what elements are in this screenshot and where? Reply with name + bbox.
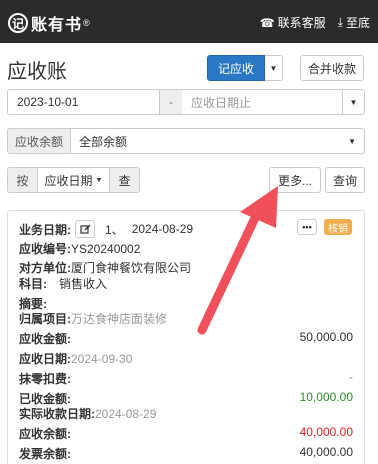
receipt-date-label: 实际收款日期: (19, 407, 95, 421)
due-date-value: 2024-09-30 (71, 351, 133, 366)
code-value: YS20240002 (71, 241, 141, 256)
caret-down-icon: ▼ (269, 63, 278, 73)
code-label: 应收编号: (19, 242, 71, 256)
project-label: 归属项目: (19, 312, 71, 326)
caret-down-icon: ▼ (349, 97, 358, 107)
edit-icon[interactable] (75, 220, 95, 238)
sort-field-select[interactable]: 应收日期 ▼ (38, 167, 110, 193)
brand-name: 账有书 (31, 17, 83, 34)
customer-service-link[interactable]: ☎ 联系客服 (260, 14, 326, 31)
more-button[interactable]: 更多... (269, 167, 321, 193)
received-value: 10,000.00 (299, 390, 353, 404)
biz-date-label: 业务日期: (19, 222, 71, 237)
balance-label: 应收余额: (19, 427, 71, 441)
date-dropdown[interactable]: ▼ (343, 89, 365, 115)
write-off-badge[interactable]: 核销 (324, 219, 352, 235)
balance-filter-label: 应收余额 (7, 128, 71, 154)
subject-label: 科目: (19, 277, 47, 291)
balance-select-value: 全部余额 (79, 134, 128, 149)
balance-filter: 应收余额 全部余额 ▼ (7, 128, 365, 154)
invoice-value: 40,000.00 (299, 445, 353, 459)
add-receivable-group: 记应收 ▼ (207, 55, 283, 81)
scroll-bottom-label: 至底 (345, 16, 370, 30)
balance-select[interactable]: 全部余额 ▼ (71, 128, 365, 154)
date-range-filter: 2023-10-01 - 应收日期止 ▼ (7, 89, 365, 115)
ellipsis-icon: ••• (302, 222, 312, 232)
party-label: 对方单位: (19, 261, 71, 275)
due-date-label: 应收日期: (19, 352, 71, 366)
sort-field-value: 应收日期 (44, 173, 93, 188)
party-value: 厦门食神餐饮有限公司 (71, 261, 192, 275)
record-index: 1、 (105, 222, 124, 237)
query-button[interactable]: 查询 (325, 167, 365, 193)
scroll-bottom-link[interactable]: ⤓ 至底 (338, 14, 370, 31)
add-receivable-dropdown[interactable]: ▼ (265, 55, 283, 81)
receivable-card: 业务日期: 1、 2024-08-29 ••• 核销 应收编号: YS20240… (7, 210, 365, 464)
date-end-input[interactable]: 应收日期止 (182, 89, 343, 115)
add-receivable-button[interactable]: 记应收 (207, 55, 265, 81)
subject-value: 销售收入 (59, 277, 108, 291)
sort-label: 按 (7, 167, 38, 193)
top-bar: 记 账有书 ® ☎ 联系客服 ⤓ 至底 (0, 0, 378, 43)
download-arrow-icon: ⤓ (337, 15, 343, 29)
caret-down-icon: ▼ (348, 136, 356, 146)
discount-label: 抹零扣费: (19, 372, 71, 386)
discount-value: - (349, 370, 353, 384)
project-value: 万达食神店面装修 (71, 312, 168, 326)
page-title: 应收账 (7, 61, 67, 83)
amount-value: 50,000.00 (299, 330, 353, 344)
date-start-input[interactable]: 2023-10-01 (7, 89, 160, 115)
date-range-separator: - (160, 89, 182, 115)
customer-service-label: 联系客服 (277, 16, 326, 30)
logo-mark: 记 (8, 13, 28, 33)
more-actions-button[interactable]: ••• (297, 219, 317, 235)
biz-date-value: 2024-08-29 (131, 222, 194, 236)
check-button[interactable]: 查 (110, 167, 140, 193)
caret-down-icon: ▼ (95, 176, 103, 184)
invoice-label: 发票余额: (19, 447, 71, 461)
sort-controls: 按 应收日期 ▼ 查 (7, 167, 140, 193)
registered-mark: ® (83, 18, 90, 28)
receipt-date-value: 2024-08-29 (95, 406, 157, 421)
phone-icon: ☎ (259, 15, 275, 30)
merge-receipt-button[interactable]: 合并收款 (300, 55, 364, 81)
balance-value: 40,000.00 (299, 425, 353, 439)
brand-logo[interactable]: 记 账有书 ® (8, 11, 90, 35)
amount-label: 应收金额: (19, 332, 71, 346)
